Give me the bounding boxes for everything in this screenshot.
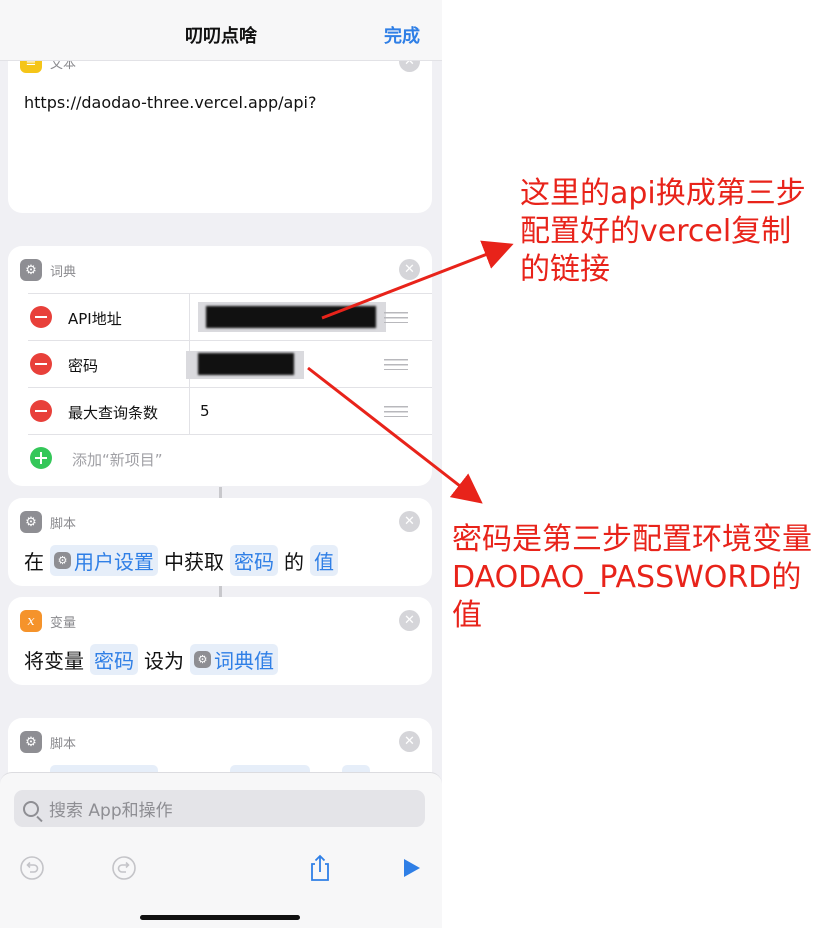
- undo-icon[interactable]: [19, 855, 45, 881]
- redo-icon[interactable]: [111, 855, 137, 881]
- bottom-panel: 搜索 App和操作: [0, 772, 442, 928]
- arrow-to-password-note: [307, 366, 483, 504]
- search-bar[interactable]: 搜索 App和操作: [14, 790, 425, 827]
- done-button[interactable]: 完成: [384, 22, 420, 48]
- search-placeholder[interactable]: 搜索 App和操作: [49, 796, 173, 821]
- share-icon[interactable]: [307, 854, 333, 881]
- home-indicator: [140, 915, 300, 920]
- shortcut-title: 叨叨点啥: [185, 26, 257, 47]
- navigation-bar: 叨叨点啥 完成: [0, 0, 442, 61]
- arrow-to-api-note: [321, 240, 514, 320]
- play-icon[interactable]: [398, 855, 424, 881]
- search-icon: [23, 800, 39, 817]
